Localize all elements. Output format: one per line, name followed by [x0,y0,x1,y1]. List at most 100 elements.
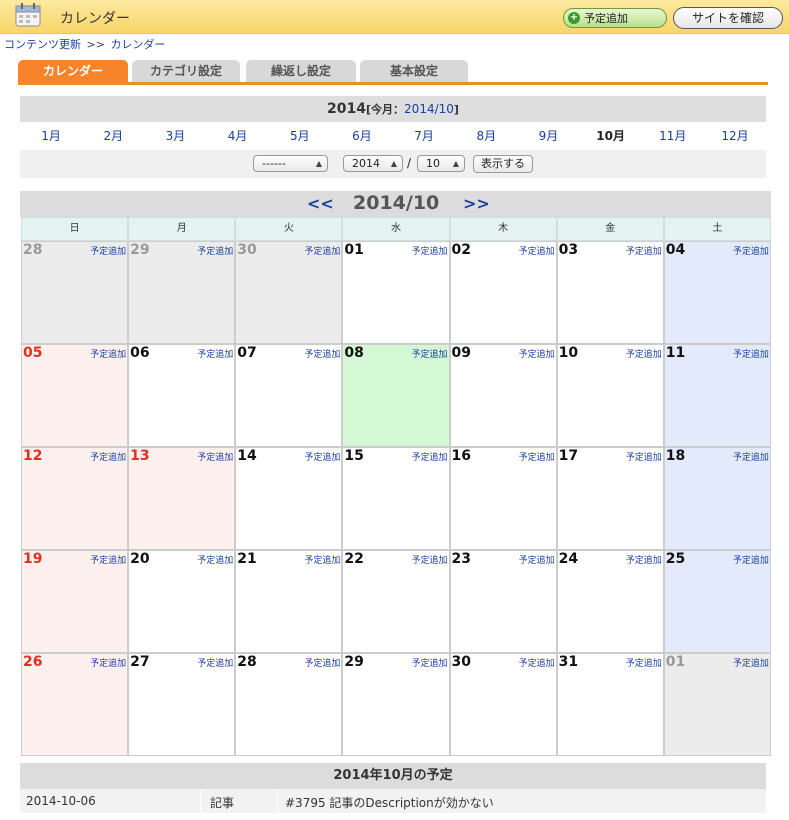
month-link-12[interactable]: 12月 [704,122,766,150]
day-number: 20 [130,551,150,567]
add-event-link[interactable]: 予定追加 [197,553,233,566]
day-number: 16 [451,448,471,464]
add-event-link[interactable]: 予定追加 [626,347,662,360]
add-event-link[interactable]: 予定追加 [304,347,340,360]
weekday-header: 日 [21,217,129,241]
add-event-link[interactable]: 予定追加 [733,347,769,360]
category-select[interactable]: ------ ▲ [253,155,328,172]
year-select[interactable]: 2014 ▲ [343,155,403,172]
today-suffix: ] [453,103,459,116]
schedule-title: 2014年10月の予定 [20,763,766,789]
plus-icon: + [568,12,580,24]
month-select-value: 10 [426,157,440,170]
add-event-link[interactable]: 予定追加 [304,450,340,463]
breadcrumb-parent-link[interactable]: コンテンツ更新 [4,38,81,51]
schedule-title-link[interactable]: #3795 記事のDescriptionが効かない [285,794,494,811]
add-event-link[interactable]: 予定追加 [626,450,662,463]
prev-month-link[interactable]: << [307,194,334,213]
calendar-day-cell: 19 予定追加 [21,550,129,653]
add-event-link[interactable]: 予定追加 [304,244,340,257]
add-event-link[interactable]: 予定追加 [519,553,555,566]
calendar-day-cell: 11 予定追加 [663,344,771,447]
calendar-header: << 2014/10 >> [20,191,771,217]
add-event-link[interactable]: 予定追加 [90,553,126,566]
add-event-link[interactable]: 予定追加 [197,656,233,669]
current-month-link[interactable]: 2014/10 [404,102,454,116]
add-event-link[interactable]: 予定追加 [90,347,126,360]
add-event-link[interactable]: 予定追加 [411,553,447,566]
breadcrumb-current-link[interactable]: カレンダー [110,38,165,51]
add-event-link[interactable]: 予定追加 [90,244,126,257]
calendar-day-cell: 05 予定追加 [21,344,129,447]
add-event-link[interactable]: 予定追加 [411,244,447,257]
add-event-link[interactable]: 予定追加 [304,656,340,669]
day-number: 29 [130,242,150,258]
month-link-9[interactable]: 9月 [517,122,579,150]
month-link-6[interactable]: 6月 [331,122,393,150]
view-site-button[interactable]: サイトを確認 [673,7,783,29]
add-event-link[interactable]: 予定追加 [519,347,555,360]
column-divider [277,789,278,813]
tab-category-settings[interactable]: カテゴリ設定 [132,60,240,82]
add-event-link[interactable]: 予定追加 [626,244,662,257]
tab-calendar[interactable]: カレンダー [18,60,128,82]
calendar-day-cell: 26 予定追加 [21,653,129,756]
calendar-day-cell: 06 予定追加 [128,344,236,447]
add-event-link[interactable]: 予定追加 [197,244,233,257]
add-event-link[interactable]: 予定追加 [733,656,769,669]
calendar-day-cell: 01 予定追加 [342,241,450,344]
day-number: 07 [237,345,257,361]
month-select[interactable]: 10 ▲ [417,155,465,172]
day-number: 10 [558,345,579,361]
calendar-day-cell: 31 予定追加 [556,653,664,756]
year-select-value: 2014 [352,157,380,170]
calendar-day-cell: 12 予定追加 [21,447,129,550]
month-link-3[interactable]: 3月 [144,122,206,150]
month-link-4[interactable]: 4月 [207,122,269,150]
day-number: 12 [23,448,43,464]
day-number: 09 [451,345,471,361]
schedule-date: 2014-10-06 [26,794,96,808]
day-number: 05 [23,345,43,361]
day-number: 17 [558,448,579,464]
add-event-link[interactable]: 予定追加 [411,656,447,669]
add-event-link[interactable]: 予定追加 [733,553,769,566]
day-number: 28 [237,654,257,670]
month-link-11[interactable]: 11月 [642,122,704,150]
add-event-link[interactable]: 予定追加 [519,244,555,257]
add-event-link[interactable]: 予定追加 [197,450,233,463]
calendar-day-cell: 17 予定追加 [556,447,664,550]
month-link-8[interactable]: 8月 [455,122,517,150]
tab-basic-settings[interactable]: 基本設定 [360,60,468,82]
month-link-5[interactable]: 5月 [269,122,331,150]
add-event-link[interactable]: 予定追加 [733,450,769,463]
month-link-7[interactable]: 7月 [393,122,455,150]
add-event-link[interactable]: 予定追加 [626,553,662,566]
tab-bar: カレンダー カテゴリ設定 繰返し設定 基本設定 [18,60,768,85]
month-link-2[interactable]: 2月 [82,122,144,150]
add-event-link[interactable]: 予定追加 [197,347,233,360]
add-event-link[interactable]: 予定追加 [519,656,555,669]
month-link-1[interactable]: 1月 [20,122,82,150]
day-number: 30 [237,242,257,258]
add-event-link[interactable]: 予定追加 [519,450,555,463]
calendar-week-row: 26 予定追加 27 予定追加 28 予定追加 29 予定追加 30 予定追加 31 予定追加 01 予定… [21,653,771,756]
add-event-link[interactable]: 予定追加 [411,450,447,463]
next-month-link[interactable]: >> [463,194,490,213]
add-event-link[interactable]: 予定追加 [733,244,769,257]
weekday-header: 土 [663,217,771,241]
add-event-link[interactable]: 予定追加 [626,656,662,669]
day-number: 04 [665,242,686,258]
add-event-link[interactable]: 予定追加 [90,656,126,669]
add-event-link[interactable]: 予定追加 [90,450,126,463]
calendar-day-cell: 27 予定追加 [128,653,236,756]
calendar-week-row: 12 予定追加 13 予定追加 14 予定追加 15 予定追加 16 予定追加 17 予定追加 18 予定… [21,447,771,550]
add-event-link[interactable]: 予定追加 [304,553,340,566]
show-button[interactable]: 表示する [473,155,533,173]
add-event-link[interactable]: 予定追加 [411,347,447,360]
tab-repeat-settings[interactable]: 繰返し設定 [246,60,356,82]
add-event-button[interactable]: + 予定追加 [563,8,667,28]
calendar-week-row: 05 予定追加 06 予定追加 07 予定追加 08 予定追加 09 予定追加 10 予定追加 11 予定… [21,344,771,447]
day-number: 22 [344,551,364,567]
calendar-grid: 日月火水木金土 28 予定追加 29 予定追加 30 予定追加 01 予定追加 02 予定追加 03… [21,217,771,756]
